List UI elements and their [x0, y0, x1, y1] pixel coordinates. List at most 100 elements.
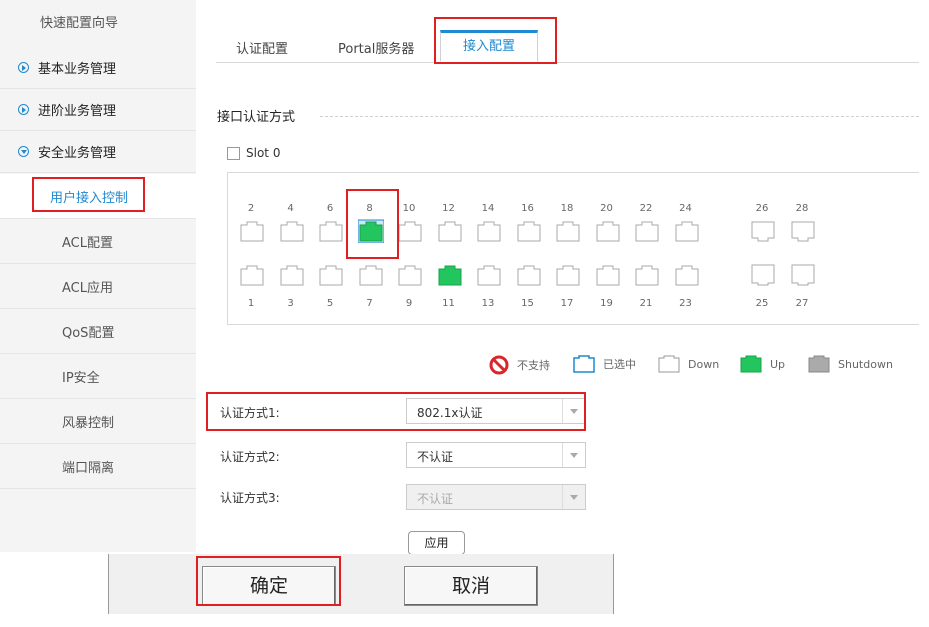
port-number: 28 [795, 203, 809, 214]
port-number: 8 [366, 203, 373, 214]
port-23[interactable] [674, 263, 700, 287]
port-number: 2 [247, 203, 255, 214]
sidebar-item-ip-security[interactable]: IP安全 [0, 354, 196, 399]
port-panel: 2 4 6 8 10 12 14 16 18 20 22 24 26 28 1 3 5 7 9 11 13 15 17 19 2… [227, 172, 919, 325]
port-number: 19 [600, 298, 613, 309]
legend-selected: 已选中 [573, 355, 636, 373]
tab-auth-config[interactable]: 认证配置 [236, 38, 288, 57]
port-20[interactable] [595, 219, 621, 243]
collapse-icon [18, 146, 29, 157]
slot-checkbox[interactable] [227, 146, 240, 160]
port-number: 5 [326, 298, 334, 309]
apply-button[interactable]: 应用 [408, 531, 465, 555]
port-number: 26 [755, 203, 769, 214]
port-selected-icon [573, 355, 595, 373]
port-18[interactable] [555, 219, 581, 243]
port-2[interactable] [239, 219, 265, 243]
port-24[interactable] [674, 219, 700, 243]
chevron-down-icon [562, 485, 585, 509]
port-16[interactable] [516, 219, 542, 243]
port-number: 9 [405, 298, 413, 309]
chevron-down-icon[interactable] [562, 443, 585, 467]
port-9[interactable] [397, 263, 423, 287]
port-3[interactable] [279, 263, 305, 287]
port-number: 12 [442, 203, 455, 214]
port-8[interactable] [357, 219, 384, 243]
select-value: 802.1x认证 [417, 406, 483, 420]
port-10[interactable] [397, 219, 423, 243]
sidebar-group-security[interactable]: 安全业务管理 [0, 131, 196, 173]
legend-label: Shutdown [838, 357, 893, 371]
slot-checkbox-row[interactable]: Slot 0 [227, 146, 280, 160]
port-number: 17 [560, 298, 574, 309]
port-number: 22 [639, 203, 653, 214]
sidebar-group-basic[interactable]: 基本业务管理 [0, 47, 196, 89]
sidebar-item-qos-config[interactable]: QoS配置 [0, 309, 196, 354]
port-27[interactable] [790, 263, 816, 287]
sidebar-item-user-access-control[interactable]: 用户接入控制 [0, 174, 196, 219]
expand-icon [18, 62, 29, 73]
port-4[interactable] [279, 219, 305, 243]
legend-shutdown: Shutdown [808, 355, 893, 373]
port-shutdown-icon [808, 355, 830, 373]
port-21[interactable] [634, 263, 660, 287]
sidebar: 快速配置向导 基本业务管理 进阶业务管理 安全业务管理 用户接入控制 ACL配置… [0, 0, 196, 552]
port-25[interactable] [750, 263, 776, 287]
sidebar-item-quick-wizard[interactable]: 快速配置向导 [0, 0, 196, 42]
port-number: 20 [600, 203, 613, 214]
port-22[interactable] [634, 219, 660, 243]
port-12[interactable] [437, 219, 463, 243]
port-number: 14 [481, 203, 495, 214]
auth-method-1-label: 认证方式1: [220, 406, 280, 420]
port-number: 4 [287, 203, 294, 214]
tab-access-config[interactable]: 接入配置 [440, 30, 538, 62]
sidebar-group-advanced[interactable]: 进阶业务管理 [0, 89, 196, 131]
legend-up: Up [740, 355, 785, 373]
port-19[interactable] [595, 263, 621, 287]
legend-label: 不支持 [517, 359, 550, 372]
sidebar-item-acl-apply[interactable]: ACL应用 [0, 264, 196, 309]
auth-method-3-select: 不认证 [406, 484, 586, 510]
port-26[interactable] [750, 219, 776, 243]
port-number: 25 [755, 298, 769, 309]
sidebar-item-port-isolation[interactable]: 端口隔离 [0, 444, 196, 489]
section-divider [320, 116, 919, 117]
chevron-down-icon[interactable] [562, 399, 585, 423]
legend-label: 已选中 [603, 358, 636, 371]
tab-portal-server[interactable]: Portal服务器 [338, 38, 414, 57]
port-up-icon [740, 355, 762, 373]
port-number: 3 [287, 298, 294, 309]
section-title: 接口认证方式 [217, 110, 296, 125]
port-number: 7 [366, 298, 373, 309]
legend-unsupported: 不支持 [489, 355, 550, 375]
legend-label: Up [770, 357, 786, 371]
port-number: 15 [521, 298, 534, 309]
port-number: 6 [326, 203, 334, 214]
port-5[interactable] [318, 263, 344, 287]
port-15[interactable] [516, 263, 542, 287]
port-number: 27 [795, 298, 809, 309]
auth-method-2-label: 认证方式2: [220, 450, 280, 464]
sidebar-item-acl-config[interactable]: ACL配置 [0, 219, 196, 264]
port-28[interactable] [790, 219, 816, 243]
port-1[interactable] [239, 263, 265, 287]
cancel-button[interactable]: 取消 [404, 566, 538, 606]
tab-bar: 认证配置 Portal服务器 接入配置 [216, 20, 919, 63]
ok-button[interactable]: 确定 [202, 566, 336, 606]
port-17[interactable] [555, 263, 581, 287]
sidebar-item-storm-control[interactable]: 风暴控制 [0, 399, 196, 444]
dialog-button-bar [108, 554, 614, 614]
sidebar-group-label: 进阶业务管理 [38, 104, 117, 119]
sidebar-group-label: 安全业务管理 [38, 146, 117, 161]
port-14[interactable] [476, 219, 502, 243]
port-number: 13 [481, 298, 495, 309]
port-6[interactable] [318, 219, 344, 243]
port-number: 11 [442, 298, 455, 309]
port-number: 24 [679, 203, 692, 214]
auth-method-1-select[interactable]: 802.1x认证 [406, 398, 586, 424]
port-13[interactable] [476, 263, 502, 287]
port-11[interactable] [437, 263, 463, 287]
slot-label: Slot 0 [246, 146, 281, 160]
auth-method-2-select[interactable]: 不认证 [406, 442, 586, 468]
port-7[interactable] [358, 263, 384, 287]
